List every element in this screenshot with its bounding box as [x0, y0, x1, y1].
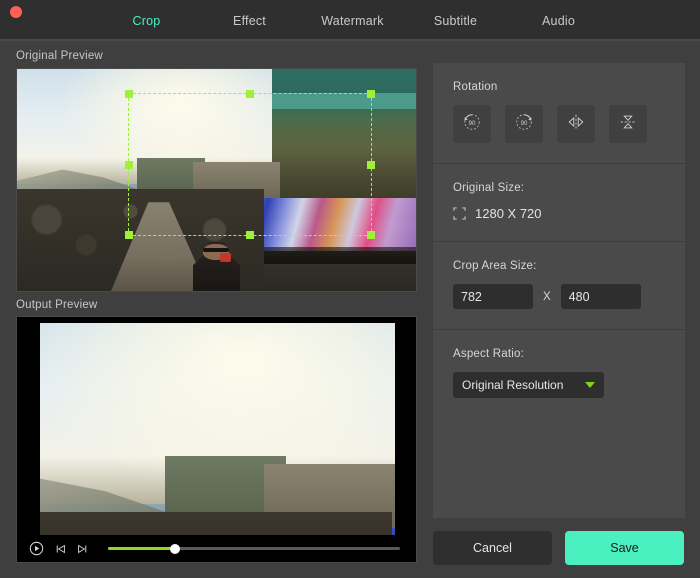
tab-audio[interactable]: Audio [507, 0, 610, 41]
rotate-counterclockwise-icon: 90 [461, 111, 483, 138]
dimensions-icon [453, 207, 466, 220]
flip-horizontal-icon [565, 111, 587, 138]
svg-text:90: 90 [521, 119, 528, 126]
crop-area-size-title: Crop Area Size: [453, 242, 665, 284]
rotation-button-row: 90 90 [453, 105, 665, 163]
original-size-title: Original Size: [453, 164, 665, 206]
flip-horizontal-button[interactable] [557, 105, 595, 143]
tab-effect[interactable]: Effect [198, 0, 301, 41]
crop-handle-middle-right[interactable] [367, 161, 375, 169]
rotate-clockwise-icon: 90 [513, 111, 535, 138]
svg-text:90: 90 [469, 119, 476, 126]
aspect-ratio-title: Aspect Ratio: [453, 330, 665, 372]
tab-crop-label: Crop [133, 14, 161, 28]
play-circle-icon[interactable] [29, 541, 44, 556]
aspect-ratio-value: Original Resolution [453, 378, 563, 392]
playback-progress-slider[interactable] [108, 547, 400, 550]
tab-subtitle-label: Subtitle [434, 14, 477, 28]
crop-height-input[interactable] [561, 284, 641, 309]
crop-width-input[interactable] [453, 284, 533, 309]
original-preview-label: Original Preview [16, 50, 103, 62]
crop-settings-panel: Rotation 90 [433, 63, 685, 518]
tab-bar: Crop Effect Watermark Subtitle Audio [95, 0, 610, 41]
output-preview-label: Output Preview [16, 299, 97, 311]
output-video-frame [40, 323, 395, 535]
flip-vertical-icon [617, 111, 639, 138]
crop-area-size-group: Crop Area Size: X [433, 242, 685, 329]
rotate-right-90-button[interactable]: 90 [505, 105, 543, 143]
close-window-button[interactable] [10, 6, 22, 18]
playback-progress-fill [108, 547, 175, 550]
output-preview-canvas [16, 316, 417, 563]
skip-next-icon[interactable] [76, 543, 88, 555]
crop-editor-window: Crop Effect Watermark Subtitle Audio Ori… [0, 0, 700, 578]
crop-handle-bottom-center[interactable] [246, 231, 254, 239]
tab-crop[interactable]: Crop [95, 0, 198, 41]
playback-controls [17, 535, 417, 562]
crop-selection-box[interactable] [128, 93, 372, 236]
flip-vertical-button[interactable] [609, 105, 647, 143]
rotation-title: Rotation [453, 63, 665, 105]
dialog-footer: Cancel Save [433, 531, 685, 565]
crop-handle-top-center[interactable] [246, 90, 254, 98]
skip-previous-icon[interactable] [55, 543, 67, 555]
original-size-row: 1280 X 720 [453, 206, 665, 241]
crop-handle-bottom-right[interactable] [367, 231, 375, 239]
tabbar-underline [0, 39, 700, 41]
crop-handle-top-right[interactable] [367, 90, 375, 98]
save-button[interactable]: Save [565, 531, 684, 565]
crop-area-size-row: X [453, 284, 665, 329]
crop-handle-middle-left[interactable] [125, 161, 133, 169]
tab-subtitle[interactable]: Subtitle [404, 0, 507, 41]
tab-audio-label: Audio [542, 14, 575, 28]
rotate-left-90-button[interactable]: 90 [453, 105, 491, 143]
original-size-group: Original Size: 1280 X 720 [433, 164, 685, 241]
titlebar: Crop Effect Watermark Subtitle Audio [0, 0, 700, 41]
crop-handle-bottom-left[interactable] [125, 231, 133, 239]
crop-size-separator: X [543, 291, 551, 303]
tab-watermark[interactable]: Watermark [301, 0, 404, 41]
aspect-ratio-group: Aspect Ratio: Original Resolution [433, 330, 685, 398]
crop-handle-top-left[interactable] [125, 90, 133, 98]
rotation-group: Rotation 90 [433, 63, 685, 163]
original-preview-canvas[interactable] [16, 68, 417, 292]
chevron-down-icon [585, 382, 595, 388]
tab-effect-label: Effect [233, 14, 266, 28]
original-size-value: 1280 X 720 [475, 206, 542, 221]
cancel-button[interactable]: Cancel [433, 531, 552, 565]
tab-watermark-label: Watermark [321, 14, 383, 28]
playback-progress-handle[interactable] [170, 544, 180, 554]
aspect-ratio-select[interactable]: Original Resolution [453, 372, 604, 398]
